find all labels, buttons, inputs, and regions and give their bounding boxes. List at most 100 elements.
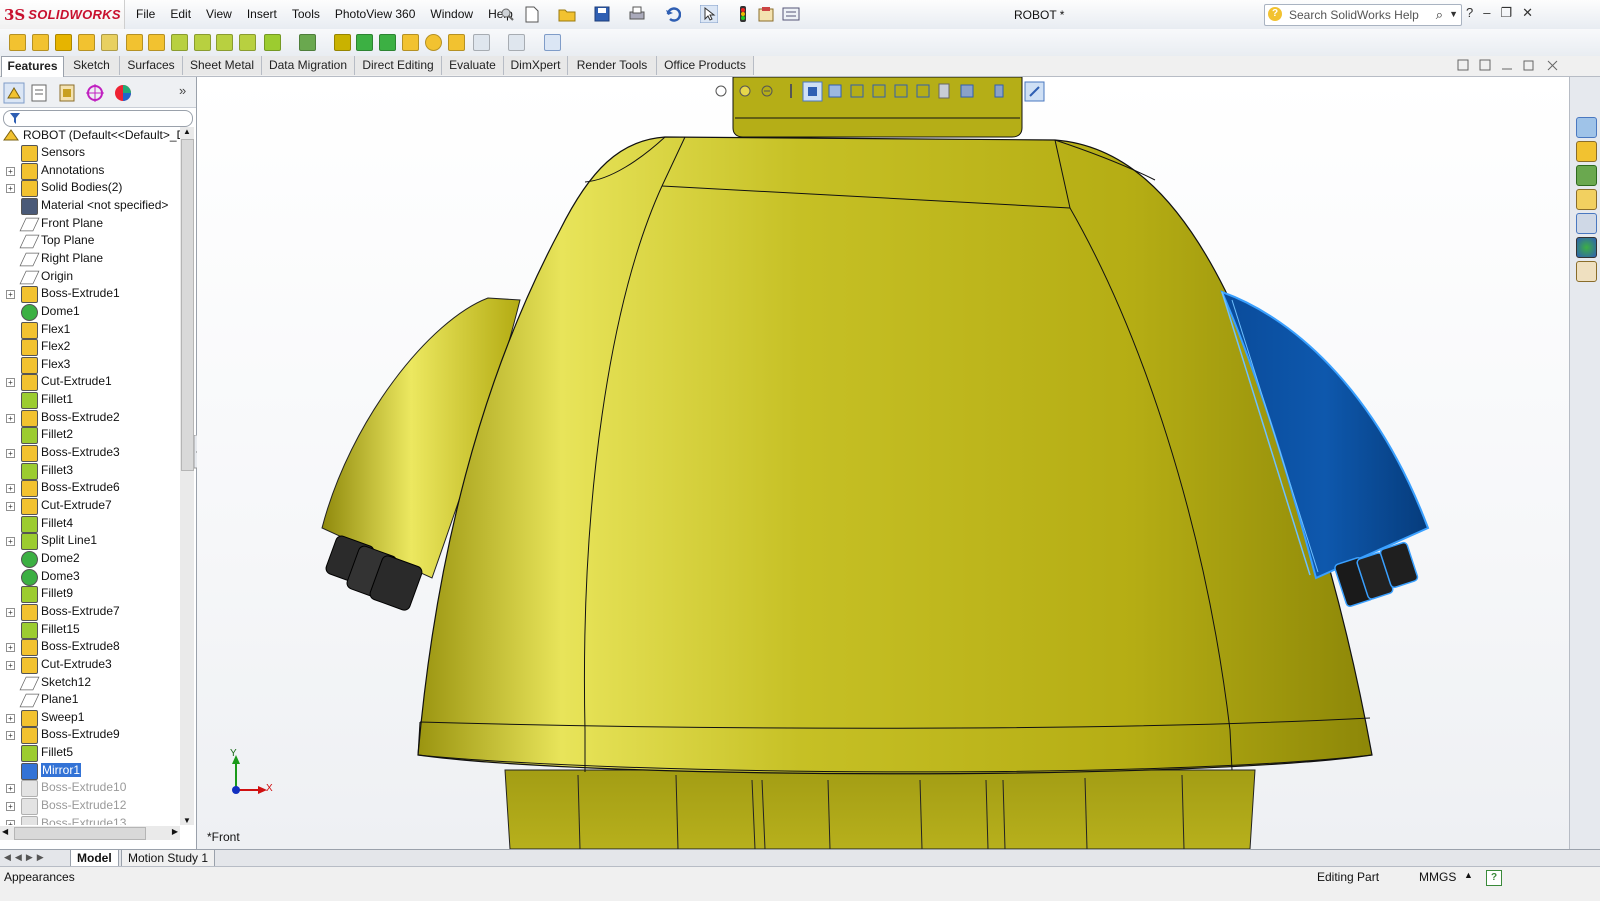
units-selector[interactable]: MMGS [1419,870,1456,884]
tree-item[interactable]: + Boss-Extrude13 [0,815,180,825]
print-icon[interactable] [628,6,646,22]
design-library-icon[interactable] [1576,141,1597,162]
new-document-icon[interactable] [524,6,540,23]
shadows-icon[interactable] [960,84,974,98]
expand-toggle-icon[interactable]: + [6,713,15,723]
tree-vertical-scrollbar[interactable]: ▲ ▼ [180,127,194,825]
tree-item[interactable]: Plane1 [0,691,180,708]
tree-item[interactable]: + Sweep1 [0,709,180,727]
tab-scroll-arrows[interactable]: ◀◀▶▶ [4,852,48,863]
appearances-scenes-icon[interactable] [1576,237,1597,258]
lofted-boss-icon[interactable] [78,34,95,51]
robot-model[interactable] [197,77,1569,849]
minimize-icon[interactable]: – [1483,5,1490,21]
expand-toggle-icon[interactable]: + [6,643,15,653]
instant3d-icon[interactable] [544,34,561,51]
tree-item[interactable]: + Boss-Extrude10 [0,779,180,798]
expand-toggle-icon[interactable]: + [6,378,15,388]
draft-icon[interactable] [356,34,373,51]
shell-icon[interactable] [379,34,396,51]
file-properties-icon[interactable] [758,6,774,22]
tree-item[interactable]: Fillet9 [0,585,180,604]
boundary-boss-icon[interactable] [101,34,118,51]
expand-toggle-icon[interactable]: + [6,731,15,741]
scroll-thumb[interactable] [181,139,194,471]
tab-sketch[interactable]: Sketch [64,56,120,75]
tree-item[interactable]: + Boss-Extrude7 [0,603,180,621]
expand-toggle-icon[interactable]: + [6,413,15,423]
tile-vertical-icon[interactable] [1479,59,1491,71]
menu-tools[interactable]: Tools [292,7,320,21]
tree-item[interactable]: Fillet5 [0,744,180,763]
units-dropdown-icon[interactable]: ▲ [1464,870,1473,880]
undo-icon[interactable] [665,6,681,22]
select-pointer-icon[interactable] [700,5,718,23]
tab-model[interactable]: Model [70,850,119,867]
menu-file[interactable]: File [136,7,155,21]
tree-item[interactable]: Material <not specified> [0,197,180,215]
tab-dimxpert[interactable]: DimXpert [504,56,568,75]
tree-item[interactable]: Flex1 [0,321,180,339]
restore-icon[interactable]: ❐ [1500,5,1512,21]
expand-toggle-icon[interactable]: + [6,802,15,812]
tree-item[interactable]: + Boss-Extrude2 [0,409,180,427]
chevron-down-icon[interactable]: ▼ [1449,9,1458,19]
expand-toggle-icon[interactable]: + [6,607,15,617]
tree-item[interactable]: + Cut-Extrude1 [0,373,180,392]
scroll-down-icon[interactable]: ▼ [183,816,191,825]
tab-features[interactable]: Features [1,56,64,77]
view-settings-icon[interactable] [916,84,930,98]
menu-edit[interactable]: Edit [170,7,191,21]
solidworks-resources-icon[interactable] [1576,117,1597,138]
expand-toggle-icon[interactable]: + [6,449,15,459]
tree-item[interactable]: Origin [0,268,180,285]
save-icon[interactable] [594,6,610,22]
featuremanager-tab-icon[interactable] [3,82,25,104]
swept-boss-icon[interactable] [55,34,72,51]
quick-tips-icon[interactable]: ? [1486,870,1502,886]
menu-photoview[interactable]: PhotoView 360 [335,7,416,21]
close-icon[interactable]: ✕ [1522,5,1533,21]
search-icon[interactable]: ⌕ [1436,7,1443,23]
boundary-cut-icon[interactable] [239,34,256,51]
curves-icon[interactable] [508,34,525,51]
tree-filter[interactable] [3,110,193,127]
custom-properties-icon[interactable] [1576,261,1597,282]
expand-toggle-icon[interactable]: + [6,784,15,794]
zoom-area-icon[interactable] [739,85,751,97]
displaymanager-tab-icon[interactable] [112,82,134,104]
hide-show-items-icon[interactable] [850,84,864,98]
graphics-area[interactable]: Y X *Front [197,77,1569,849]
scroll-right-icon[interactable]: ▶ [172,827,178,836]
dome-icon[interactable] [425,34,442,51]
tree-item[interactable]: + Cut-Extrude7 [0,497,180,515]
tree-item[interactable]: + Boss-Extrude8 [0,638,180,657]
open-folder-icon[interactable] [558,6,576,22]
expand-toggle-icon[interactable]: + [6,537,15,547]
search-input[interactable]: Search SolidWorks Help [1289,8,1419,22]
swept-cut-icon[interactable] [194,34,211,51]
tree-item[interactable]: Fillet4 [0,515,180,533]
menu-insert[interactable]: Insert [247,7,277,21]
tree-item[interactable]: Fillet3 [0,462,180,480]
tree-item[interactable]: Flex2 [0,338,180,357]
expand-panel-icon[interactable]: » [179,83,186,98]
revolved-cut-icon[interactable] [171,34,188,51]
expand-toggle-icon[interactable]: + [6,484,15,494]
tree-item[interactable]: + Boss-Extrude6 [0,479,180,498]
zoom-to-fit-icon[interactable] [715,85,727,97]
tab-render-tools[interactable]: Render Tools [568,56,657,75]
apply-scene-icon[interactable] [894,84,908,98]
tree-item[interactable]: Fillet15 [0,621,180,639]
filter-icon[interactable] [10,113,20,124]
edit-appearance-icon[interactable] [872,84,886,98]
tree-item[interactable]: + Boss-Extrude12 [0,797,180,816]
expand-toggle-icon[interactable]: + [6,819,15,825]
hscroll-thumb[interactable] [14,827,146,840]
tree-root[interactable]: ROBOT (Default<<Default>_D [0,127,180,144]
tree-item[interactable]: Right Plane [0,250,180,267]
tree-item[interactable]: Sketch12 [0,674,180,691]
tab-sheet-metal[interactable]: Sheet Metal [183,56,262,75]
tree-horizontal-scrollbar[interactable]: ◀ ▶ [0,826,180,840]
reference-geometry-icon[interactable] [473,34,490,51]
